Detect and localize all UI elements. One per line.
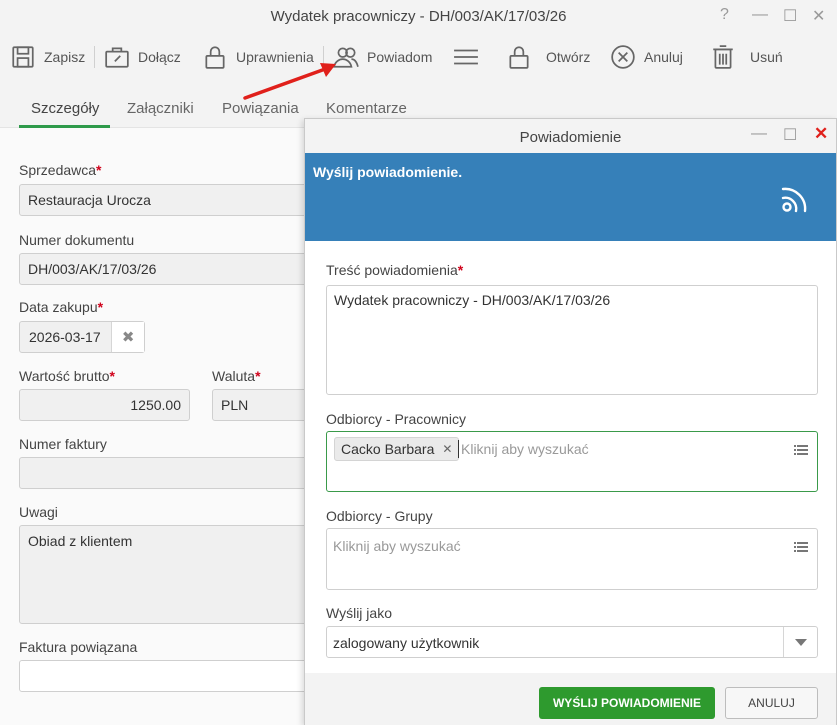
purchase-date-label: Data zakupu* xyxy=(19,299,104,315)
cancel-toolbar-button[interactable]: Anuluj xyxy=(610,40,683,74)
broadcast-icon xyxy=(781,187,807,213)
dropdown-toggle[interactable] xyxy=(783,627,817,657)
notes-textarea[interactable]: Obiad z klientem xyxy=(19,525,319,624)
cancel-label: Anuluj xyxy=(644,49,683,65)
text-cursor xyxy=(458,440,459,458)
list-icon[interactable] xyxy=(794,541,808,553)
dialog-title-bar: Powiadomienie — ☐ ✕ xyxy=(305,119,836,153)
floppy-icon xyxy=(12,46,34,68)
groups-picker[interactable]: Kliknij aby wyszukać xyxy=(326,528,818,590)
employees-placeholder: Kliknij aby wyszukać xyxy=(461,441,589,457)
tab-attachments[interactable]: Załączniki xyxy=(127,100,194,117)
trash-icon xyxy=(713,45,733,69)
banner-text: Wyślij powiadomienie. xyxy=(313,164,463,180)
related-invoice-label: Faktura powiązana xyxy=(19,639,138,655)
hamburger-icon xyxy=(454,49,478,65)
recipient-tag-label: Cacko Barbara xyxy=(341,441,435,457)
purchase-date-value: 2026-03-17 xyxy=(29,329,101,345)
tab-details[interactable]: Szczegóły xyxy=(31,100,99,117)
send-as-select[interactable]: zalogowany użytkownik xyxy=(326,626,818,658)
gross-input[interactable]: 1250.00 xyxy=(19,389,190,421)
currency-input[interactable]: PLN xyxy=(212,389,319,421)
lock-icon xyxy=(205,46,225,69)
maximize-icon[interactable]: ☐ xyxy=(783,6,797,26)
list-icon[interactable] xyxy=(794,444,808,456)
content-label: Treść powiadomienia* xyxy=(326,262,464,278)
seller-label: Sprzedawca* xyxy=(19,162,102,178)
related-invoice-input[interactable] xyxy=(19,660,319,692)
chevron-down-icon xyxy=(795,639,807,646)
cancel-circle-icon xyxy=(611,45,635,69)
recipient-tag: Cacko Barbara ✕ xyxy=(334,437,460,461)
gross-label: Wartość brutto* xyxy=(19,368,115,384)
open-label: Otwórz xyxy=(546,49,591,65)
notification-dialog: Powiadomienie — ☐ ✕ Wyślij powiadomienie… xyxy=(304,118,837,725)
dialog-body: Treść powiadomienia* Wydatek pracowniczy… xyxy=(305,241,836,673)
employees-picker[interactable]: Cacko Barbara ✕ Kliknij aby wyszukać xyxy=(326,431,818,492)
window-title: Wydatek pracowniczy - DH/003/AK/17/03/26 xyxy=(270,8,567,25)
send-as-value: zalogowany użytkownik xyxy=(333,635,480,651)
attach-label: Dołącz xyxy=(138,49,181,65)
remove-tag-icon[interactable]: ✕ xyxy=(442,442,452,456)
help-icon[interactable]: ? xyxy=(720,6,729,24)
dialog-footer: WYŚLIJ POWIADOMIENIE ANULUJ xyxy=(305,673,836,725)
content-textarea[interactable]: Wydatek pracowniczy - DH/003/AK/17/03/26 xyxy=(326,285,818,395)
toolbar: Zapisz Dołącz Uprawnienia Powiadom Otwór… xyxy=(0,34,837,80)
groups-label: Odbiorcy - Grupy xyxy=(326,508,433,524)
invoice-input[interactable] xyxy=(19,457,319,489)
cancel-button[interactable]: ANULUJ xyxy=(725,687,818,719)
details-form: Sprzedawca* Restauracja Urocza Numer dok… xyxy=(0,128,320,725)
delete-label: Usuń xyxy=(750,49,783,65)
menu-button[interactable] xyxy=(452,40,480,74)
save-button[interactable]: Zapisz xyxy=(10,40,85,74)
currency-label: Waluta* xyxy=(212,368,261,384)
attach-button[interactable]: Dołącz xyxy=(104,40,181,74)
lock-icon xyxy=(509,46,529,69)
open-button[interactable]: Otwórz xyxy=(506,40,590,74)
groups-placeholder: Kliknij aby wyszukać xyxy=(333,538,461,554)
window-title-bar: Wydatek pracowniczy - DH/003/AK/17/03/26… xyxy=(0,0,837,34)
dialog-close-icon[interactable]: ✕ xyxy=(814,124,828,144)
dialog-maximize-icon[interactable]: ☐ xyxy=(783,125,797,145)
employees-label: Odbiorcy - Pracownicy xyxy=(326,411,467,427)
notes-label: Uwagi xyxy=(19,504,58,520)
send-notification-button[interactable]: WYŚLIJ POWIADOMIENIE xyxy=(539,687,715,719)
close-icon[interactable]: ✕ xyxy=(812,6,825,26)
dialog-minimize-icon[interactable]: — xyxy=(751,125,767,143)
briefcase-icon xyxy=(105,47,129,68)
clear-date-icon[interactable]: ✖ xyxy=(111,322,144,352)
doc-number-label: Numer dokumentu xyxy=(19,232,135,248)
dialog-banner: Wyślij powiadomienie. xyxy=(305,153,836,241)
delete-button[interactable]: Usuń xyxy=(710,40,783,74)
save-label: Zapisz xyxy=(44,49,86,65)
doc-number-input[interactable]: DH/003/AK/17/03/26 xyxy=(19,253,319,285)
seller-input[interactable]: Restauracja Urocza xyxy=(19,184,319,216)
invoice-label: Numer faktury xyxy=(19,436,107,452)
annotation-arrow-icon xyxy=(243,63,336,100)
toolbar-divider xyxy=(94,46,95,68)
send-as-label: Wyślij jako xyxy=(326,605,392,621)
notify-label: Powiadom xyxy=(367,49,433,65)
purchase-date-input[interactable]: 2026-03-17 ✖ xyxy=(19,321,145,353)
minimize-icon[interactable]: — xyxy=(752,6,768,24)
